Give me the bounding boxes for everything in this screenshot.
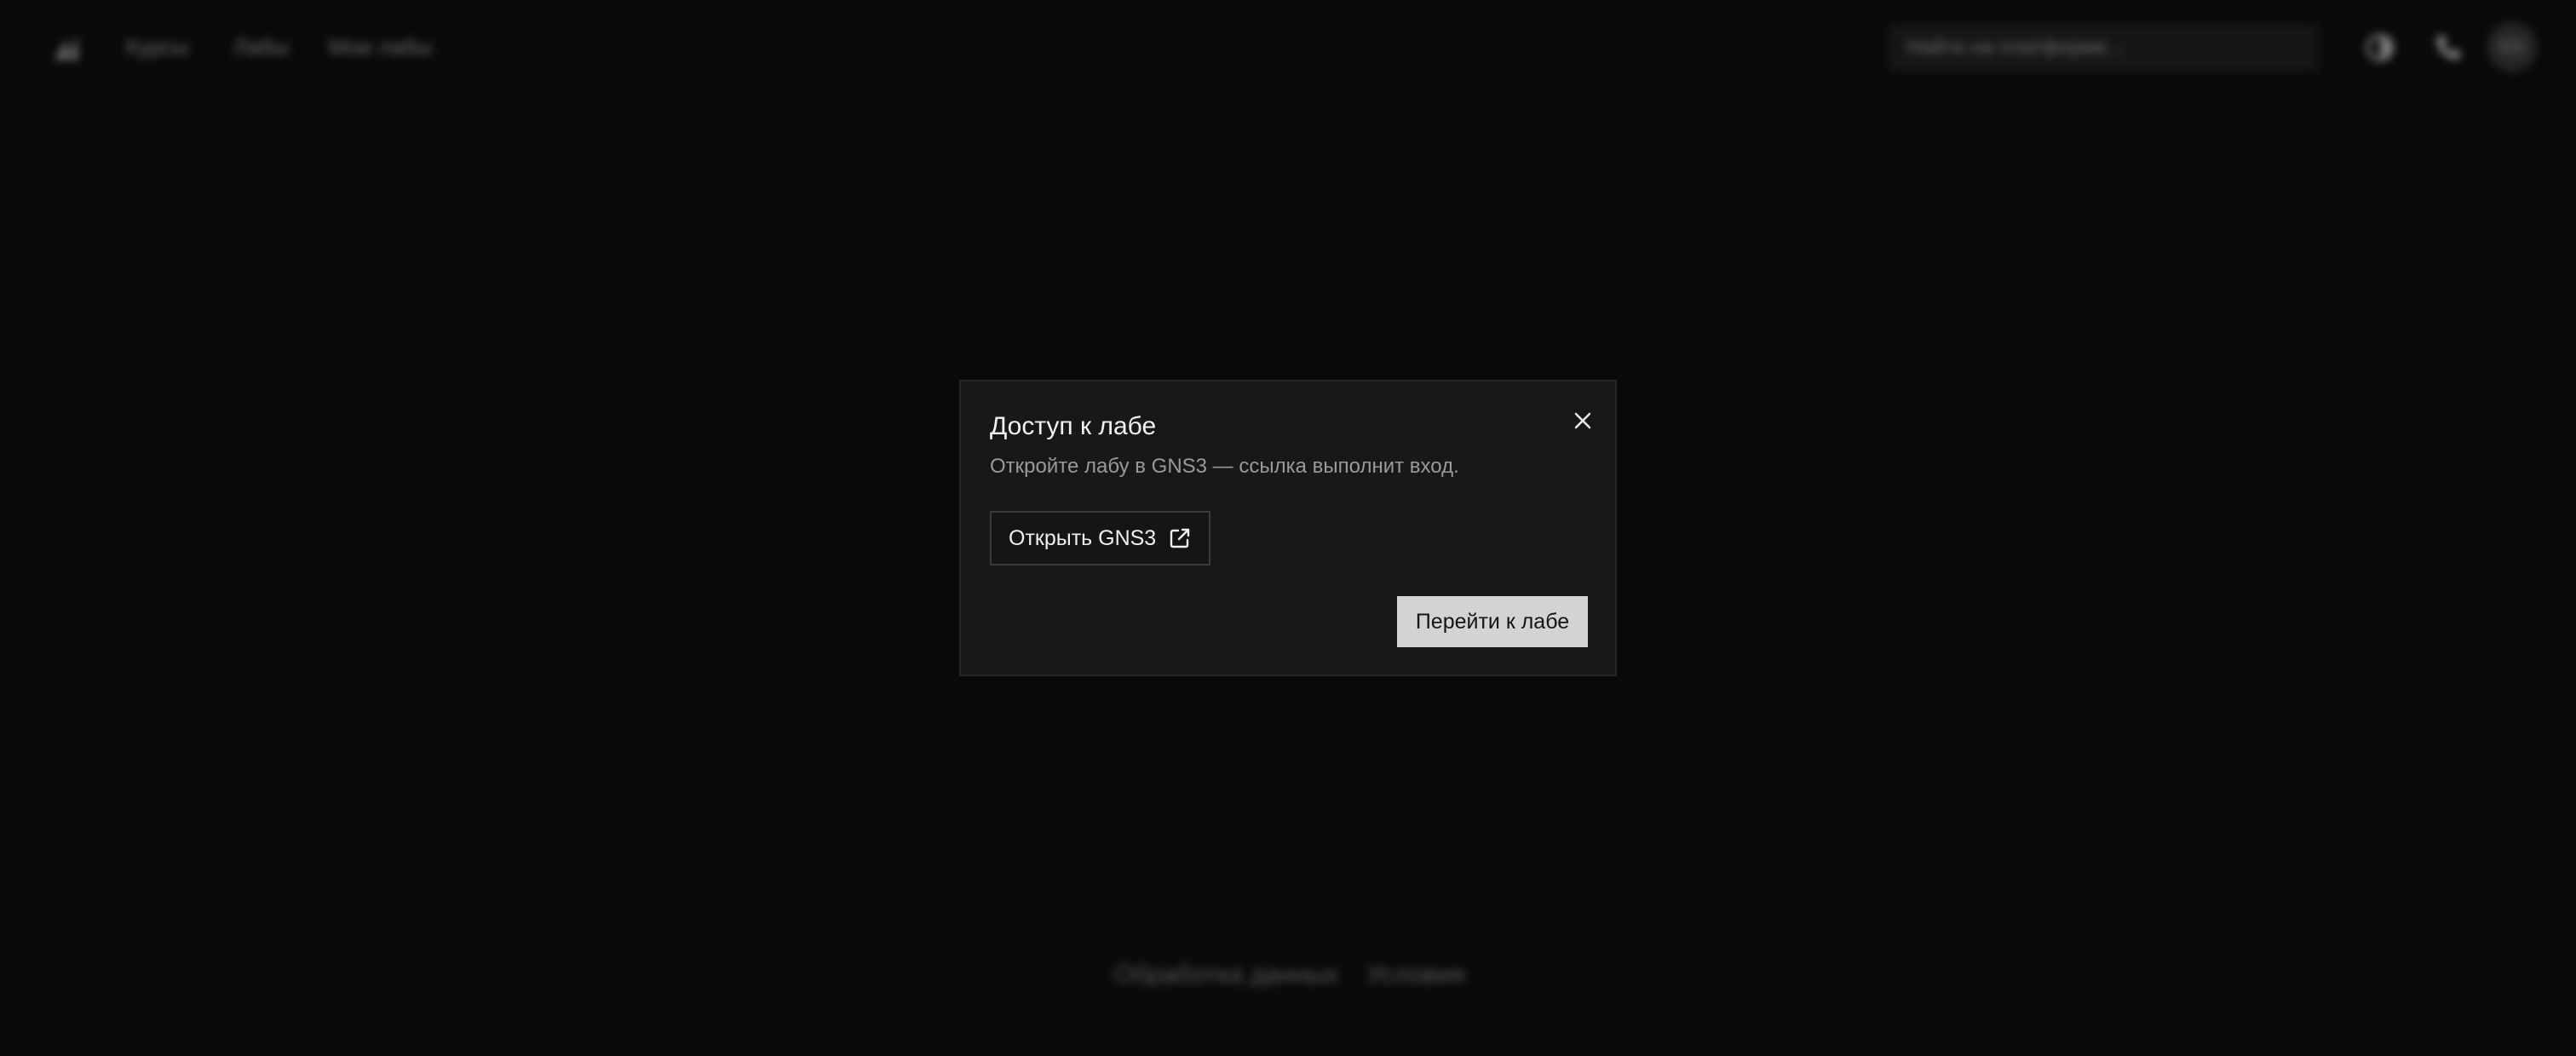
go-to-lab-button[interactable]: Перейти к лабе [1397, 596, 1588, 647]
open-gns3-button-label: Открыть GNS3 [1009, 525, 1157, 550]
footer-link-terms[interactable]: Условия [1366, 961, 1465, 990]
dialog-description: Откройте лабу в GNS3 — ссылка выполнит в… [990, 455, 1459, 478]
phone-icon[interactable] [2431, 31, 2465, 65]
search-input[interactable]: Найти на платформе... [1888, 24, 2319, 72]
logo-icon[interactable] [49, 31, 83, 65]
nav-item-labs[interactable]: Лабы [233, 34, 289, 60]
close-button[interactable] [1566, 404, 1600, 438]
dialog-title: Доступ к лабе [990, 412, 1157, 440]
nav-item-my-labs[interactable]: Мои лабы [329, 34, 432, 60]
go-to-lab-button-label: Перейти к лабе [1415, 609, 1570, 634]
nav-item-courses[interactable]: Курсы [126, 34, 189, 60]
user-avatar[interactable]: ЕБ [2487, 22, 2537, 72]
close-icon [1573, 410, 1593, 431]
theme-toggle-icon[interactable] [2363, 31, 2397, 65]
footer-link-data-processing[interactable]: Обработка данных [1114, 961, 1339, 990]
open-gns3-button[interactable]: Открыть GNS3 [990, 511, 1211, 565]
lab-access-dialog: Доступ к лабе Откройте лабу в GNS3 — ссы… [959, 380, 1617, 676]
external-link-icon [1168, 526, 1192, 550]
top-navigation: Курсы Лабы Мои лабы Найти на платформе..… [0, 0, 2576, 95]
page: Курсы Лабы Мои лабы Найти на платформе..… [0, 0, 2576, 1056]
